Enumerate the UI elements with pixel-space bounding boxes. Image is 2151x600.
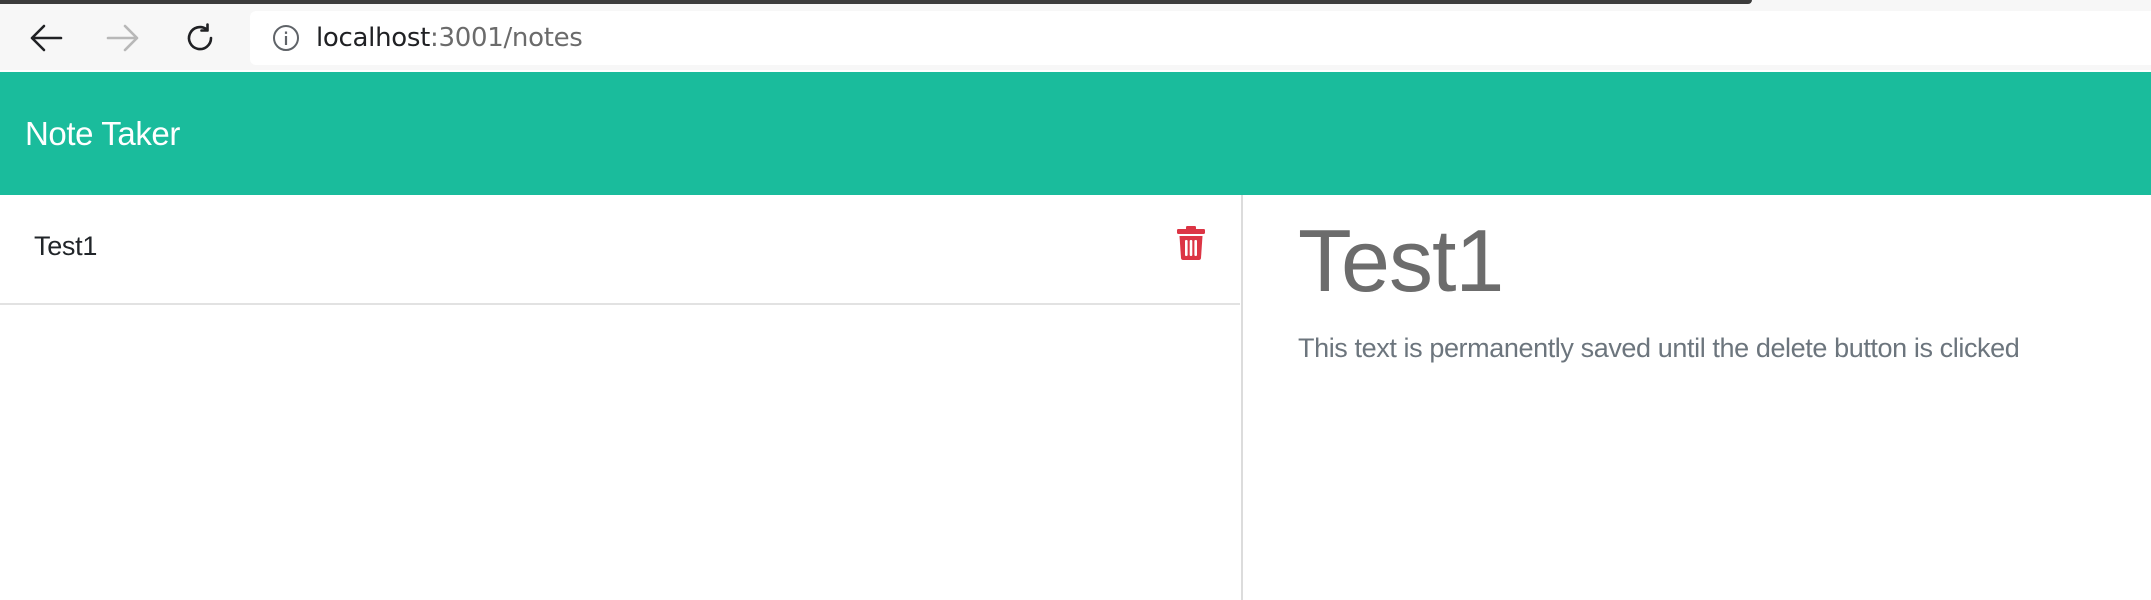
- address-bar[interactable]: localhost:3001/notes: [250, 11, 2151, 65]
- delete-note-button[interactable]: [1176, 225, 1206, 261]
- url-text[interactable]: localhost:3001/notes: [316, 23, 583, 53]
- navbar-brand[interactable]: Note Taker: [25, 115, 180, 153]
- reload-button[interactable]: [178, 16, 222, 60]
- notes-list: Test1: [0, 195, 1243, 600]
- tab-strip-edge: [0, 0, 1752, 4]
- note-title-input[interactable]: Test1: [1298, 217, 1504, 305]
- note-editor: Test1 This text is permanently saved unt…: [1243, 195, 2151, 600]
- reload-icon: [187, 23, 213, 51]
- list-item[interactable]: Test1: [0, 195, 1240, 305]
- url-host: localhost: [316, 23, 431, 53]
- browser-chrome: localhost:3001/notes: [0, 0, 2151, 70]
- trash-icon: [1177, 226, 1205, 260]
- app-navbar: Note Taker: [0, 72, 2151, 195]
- arrow-left-icon: [30, 24, 63, 52]
- list-item-title[interactable]: Test1: [34, 231, 97, 262]
- url-path: :3001/notes: [430, 23, 583, 53]
- info-circle-icon[interactable]: [272, 24, 300, 52]
- forward-button[interactable]: [101, 16, 145, 60]
- note-textarea[interactable]: This text is permanently saved until the…: [1298, 333, 2020, 364]
- arrow-right-icon: [106, 24, 139, 52]
- back-button[interactable]: [24, 16, 68, 60]
